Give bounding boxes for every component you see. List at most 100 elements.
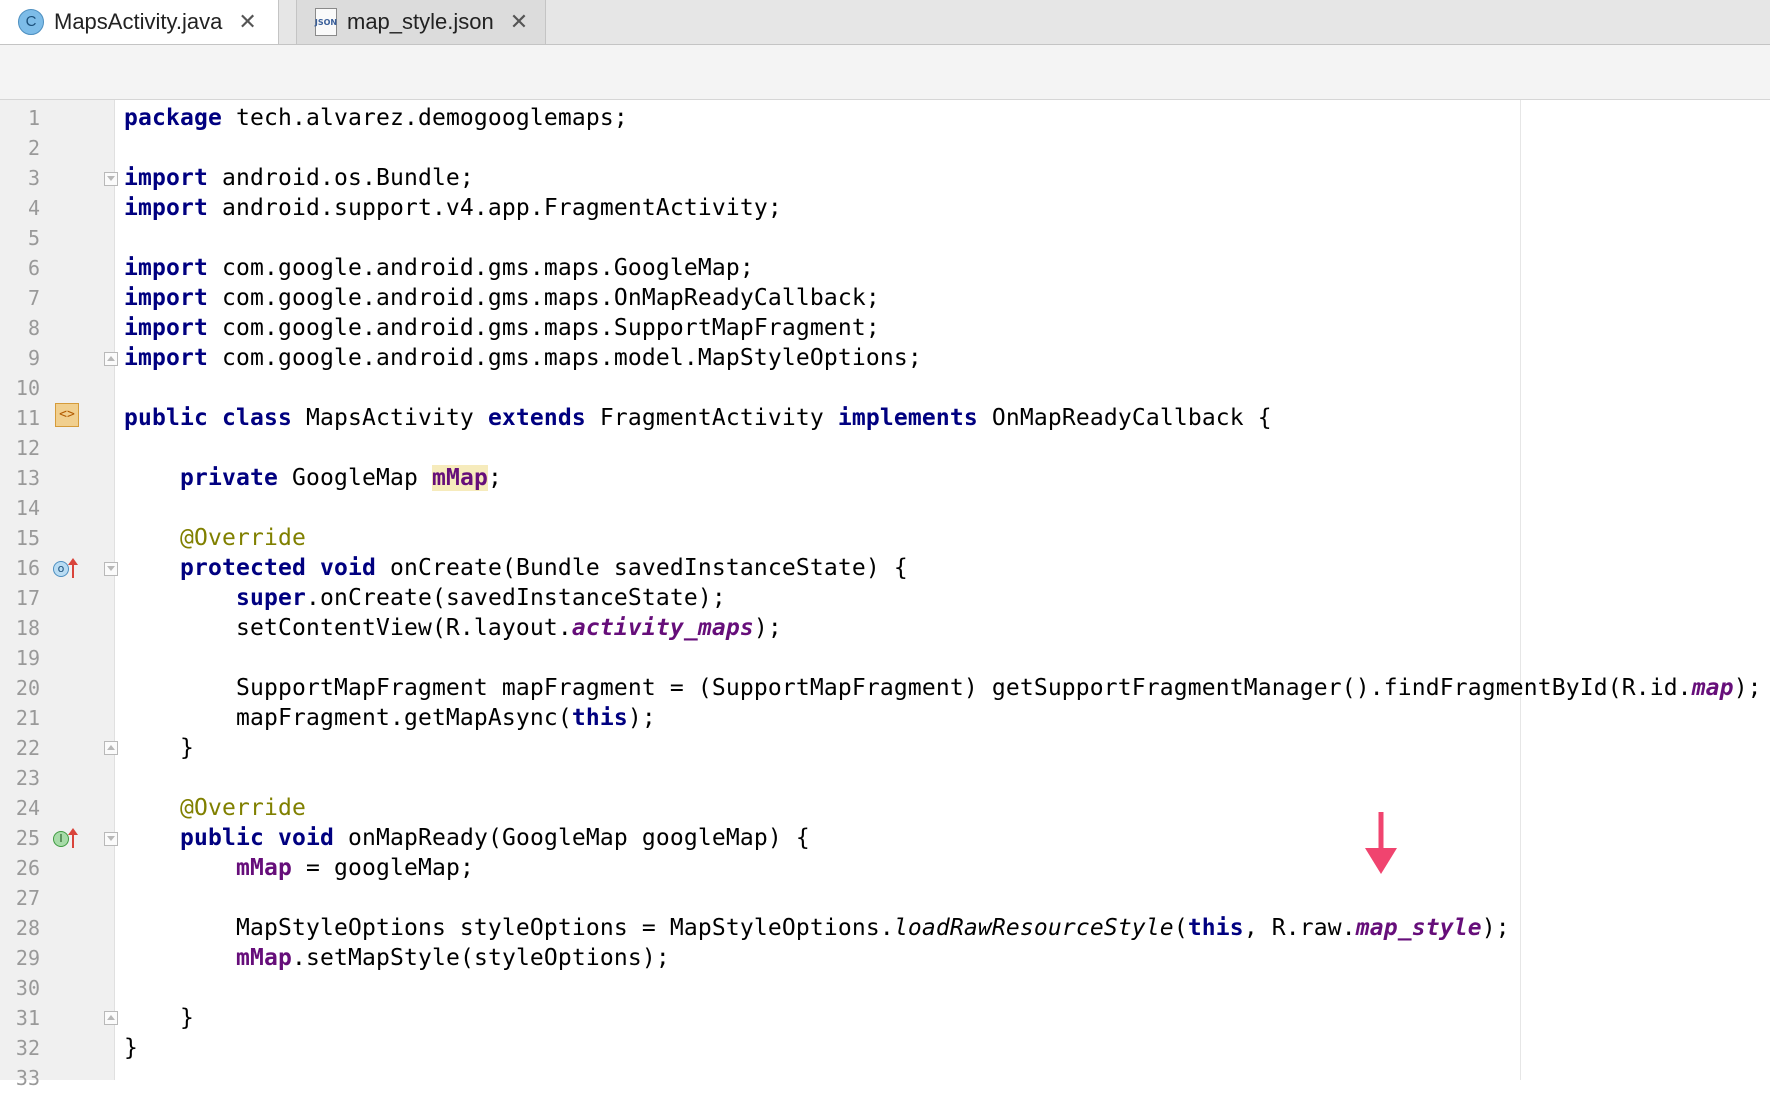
editor-tab-bar: C MapsActivity.java ✕ JSON map_style.jso… [0,0,1770,45]
code-line[interactable]: private GoogleMap mMap; [124,463,502,493]
code-line[interactable]: @Override [124,793,306,823]
line-number: 24 [15,796,40,820]
code-token: package [124,105,222,131]
code-line[interactable]: mapFragment.getMapAsync(this); [124,703,656,733]
line-number: 30 [15,976,40,1000]
code-line[interactable]: package tech.alvarez.demogooglemaps; [124,103,628,133]
fold-toggle-icon[interactable] [104,741,118,755]
code-token: mapFragment.getMapAsync( [124,705,572,731]
code-line[interactable]: @Override [124,523,306,553]
fold-toggle-icon[interactable] [104,562,118,576]
code-token: android.os.Bundle; [207,165,474,191]
arrow-up-icon [68,558,78,578]
tab-mapsactivity-java[interactable]: C MapsActivity.java ✕ [0,0,279,44]
code-token: android.support.v4.app.FragmentActivity; [207,195,782,221]
fold-toggle-icon[interactable] [104,832,118,846]
line-number: 22 [15,736,40,760]
code-line[interactable]: import com.google.android.gms.maps.model… [124,343,922,373]
code-token: com.google.android.gms.maps.OnMapReadyCa… [207,285,880,311]
line-number: 28 [15,916,40,940]
code-line[interactable]: MapStyleOptions styleOptions = MapStyleO… [124,913,1510,943]
code-token: mMap [235,855,292,881]
fold-toggle-icon[interactable] [104,1011,118,1025]
code-line[interactable]: } [124,1033,138,1063]
code-token: ); [753,615,782,641]
code-token: com.google.android.gms.maps.model.MapSty… [207,345,922,371]
code-token: tech.alvarez.demogooglemaps; [221,105,628,131]
close-icon[interactable]: ✕ [238,10,256,35]
close-icon[interactable]: ✕ [510,10,528,35]
line-number: 31 [15,1006,40,1030]
code-token: .onCreate(savedInstanceState); [305,585,726,611]
code-line[interactable]: import com.google.android.gms.maps.Suppo… [124,313,880,343]
line-number: 15 [15,526,40,550]
line-number: 14 [15,496,40,520]
code-token: import [124,345,208,371]
line-number: 33 [15,1066,40,1090]
code-token: onMapReady(GoogleMap googleMap) { [333,825,810,851]
code-line[interactable]: setContentView(R.layout.activity_maps); [124,613,782,643]
class-icon: C [18,9,44,35]
code-token: @Override [180,525,306,551]
line-number: 10 [15,376,40,400]
code-token: .setMapStyle(styleOptions); [291,945,670,971]
code-token: GoogleMap [277,465,432,491]
arrow-up-icon [68,828,78,848]
code-token: public class [124,405,292,431]
code-token: ( [1173,915,1188,941]
code-token: @Override [180,795,306,821]
code-line[interactable]: public void onMapReady(GoogleMap googleM… [124,823,810,853]
line-number: 21 [15,706,40,730]
code-token: mMap [431,465,488,491]
code-token: protected void [180,555,376,581]
json-file-icon-wrap: JSON [315,8,337,36]
line-number: 17 [15,586,40,610]
code-token: ; [487,465,502,491]
code-line[interactable]: super.onCreate(savedInstanceState); [124,583,726,613]
line-number: 26 [15,856,40,880]
class-gutter-icon[interactable]: <> [55,403,79,427]
tab-label: MapsActivity.java [54,9,223,34]
code-line[interactable]: } [124,1003,194,1033]
code-line[interactable]: mMap = googleMap; [124,853,474,883]
code-token: this [571,705,628,731]
code-line[interactable]: public class MapsActivity extends Fragme… [124,403,1272,433]
code-line[interactable]: import android.os.Bundle; [124,163,474,193]
code-token: FragmentActivity [585,405,838,431]
line-number: 16 [15,556,40,580]
code-token: SupportMapFragment mapFragment = (Suppor… [124,675,1692,701]
fold-toggle-icon[interactable] [104,172,118,186]
code-token: } [124,1005,194,1031]
tab-map-style-json[interactable]: JSON map_style.json ✕ [296,0,546,44]
code-line[interactable]: import com.google.android.gms.maps.OnMap… [124,283,880,313]
code-token: map [1691,675,1734,701]
code-token: onCreate(Bundle savedInstanceState) { [375,555,908,581]
line-number: 1 [27,106,40,130]
code-line[interactable]: mMap.setMapStyle(styleOptions); [124,943,670,973]
code-token: setContentView(R.layout. [124,615,572,641]
code-token: super [235,585,306,611]
code-token: MapsActivity [291,405,488,431]
code-line[interactable]: } [124,733,194,763]
fold-toggle-icon[interactable] [104,352,118,366]
line-number: 8 [27,316,40,340]
code-token: com.google.android.gms.maps.SupportMapFr… [207,315,880,341]
code-token: map_style [1355,915,1482,941]
code-token: private [180,465,278,491]
line-number: 20 [15,676,40,700]
line-number: 29 [15,946,40,970]
line-number: 18 [15,616,40,640]
code-line[interactable]: protected void onCreate(Bundle savedInst… [124,553,908,583]
code-token: loadRawResourceStyle [893,915,1174,941]
line-number: 23 [15,766,40,790]
code-token: extends [487,405,586,431]
pink-down-arrow-icon [1365,812,1397,874]
code-line[interactable]: SupportMapFragment mapFragment = (Suppor… [124,673,1762,703]
code-line[interactable]: import android.support.v4.app.FragmentAc… [124,193,782,223]
code-line[interactable]: import com.google.android.gms.maps.Googl… [124,253,754,283]
